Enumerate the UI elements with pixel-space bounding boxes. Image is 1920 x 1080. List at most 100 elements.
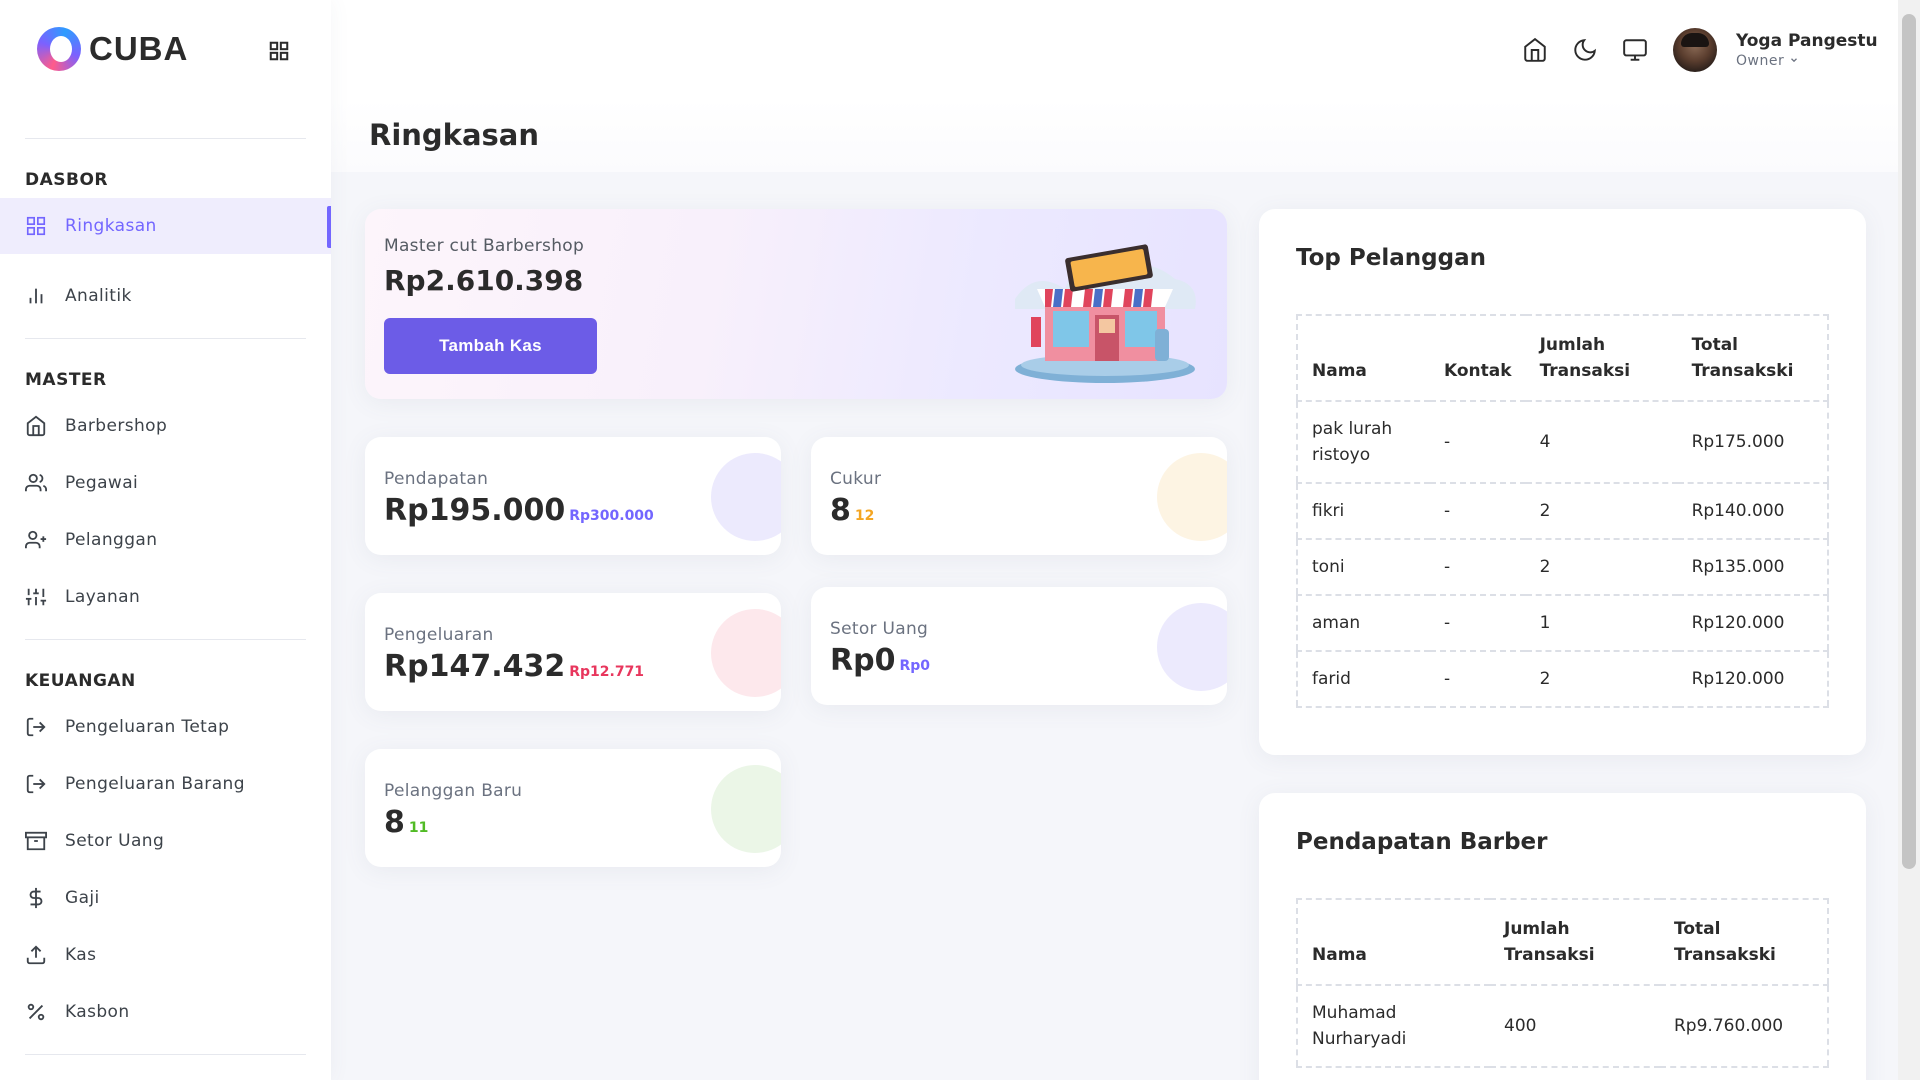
sidebar-item-label: Layanan: [65, 587, 141, 607]
cell-kontak: -: [1430, 595, 1526, 652]
user-name[interactable]: Yoga Pangestu: [1736, 31, 1878, 51]
page-title-bar: [331, 98, 1898, 172]
table-row: fikri - 2 Rp140.000: [1297, 483, 1828, 540]
page-title: Ringkasan: [369, 118, 540, 152]
cell-kontak: -: [1430, 651, 1526, 708]
decorative-circle: [1157, 603, 1227, 691]
stat-sub: Rp300.000: [569, 508, 654, 524]
cell-nama: farid: [1297, 651, 1430, 708]
sidebar-item-gaji[interactable]: Gaji: [0, 870, 331, 926]
cell-kontak: -: [1430, 539, 1526, 596]
stat-value: Rp0 Rp0: [830, 643, 930, 678]
pendapatan-barber-card: Pendapatan Barber Nama Jumlah Transaksi …: [1259, 793, 1866, 1080]
brand-name: CUBA: [89, 30, 189, 67]
stat-card-setor-uang: Setor Uang Rp0 Rp0: [811, 587, 1227, 705]
cell-total: Rp120.000: [1677, 651, 1828, 708]
stat-main: Rp195.000: [384, 493, 566, 528]
table-header-row: Nama Kontak Jumlah Transaksi Total Trans…: [1297, 315, 1828, 402]
column-header: Kontak: [1430, 315, 1526, 402]
table-row: toni - 2 Rp135.000: [1297, 539, 1828, 596]
sidebar-divider: [25, 338, 306, 339]
cell-total: Rp9.760.000: [1660, 985, 1828, 1068]
stat-main: 8: [384, 805, 405, 840]
decorative-circle: [711, 453, 781, 541]
column-header: Jumlah Transaksi: [1525, 315, 1678, 402]
user-plus-icon: [25, 530, 47, 549]
cell-jumlah: 400: [1490, 985, 1660, 1068]
column-header: Jumlah Transaksi: [1490, 899, 1660, 986]
sidebar: CUBA DASBOR Ringkasan Analitik MASTER Ba…: [0, 0, 331, 1080]
sidebar-item-analitik[interactable]: Analitik: [0, 268, 331, 324]
grid-icon: [26, 216, 46, 236]
brand-logo[interactable]: CUBA: [37, 27, 188, 71]
cell-kontak: -: [1430, 483, 1526, 540]
sidebar-item-label: Kasbon: [65, 1002, 130, 1022]
sidebar-item-setor-uang[interactable]: Setor Uang: [0, 813, 331, 869]
sidebar-divider: [25, 138, 306, 139]
cell-total: Rp140.000: [1677, 483, 1828, 540]
sidebar-item-kasbon[interactable]: Kasbon: [0, 984, 331, 1040]
stat-main: 8: [830, 493, 851, 528]
stat-label: Pengeluaran: [384, 625, 494, 645]
home-icon: [26, 415, 46, 437]
sidebar-item-label: Gaji: [65, 888, 100, 908]
sidebar-item-pengeluaran-tetap[interactable]: Pengeluaran Tetap: [0, 699, 331, 755]
moon-icon[interactable]: [1572, 37, 1598, 63]
dollar-icon: [29, 887, 43, 909]
stat-sub: Rp0: [899, 658, 930, 674]
sidebar-item-label: Pelanggan: [65, 530, 158, 550]
sidebar-item-pelanggan[interactable]: Pelanggan: [0, 512, 331, 568]
sidebar-item-pegawai[interactable]: Pegawai: [0, 455, 331, 511]
scrollbar-thumb[interactable]: [1902, 14, 1916, 869]
chevron-down-icon: [1791, 58, 1798, 63]
cell-total: Rp120.000: [1677, 595, 1828, 652]
top-pelanggan-card: Top Pelanggan Nama Kontak Jumlah Transak…: [1259, 209, 1866, 755]
stat-label: Pelanggan Baru: [384, 781, 523, 801]
cell-total: Rp135.000: [1677, 539, 1828, 596]
sidebar-item-pengeluaran-barang[interactable]: Pengeluaran Barang: [0, 756, 331, 812]
sidebar-item-ringkasan[interactable]: Ringkasan: [0, 198, 331, 254]
sidebar-item-label: Barbershop: [65, 416, 168, 436]
barbershop-illustration: [1015, 244, 1196, 383]
sidebar-item-label: Pengeluaran Tetap: [65, 717, 230, 737]
sidebar-item-barbershop[interactable]: Barbershop: [0, 398, 331, 454]
tambah-kas-button[interactable]: Tambah Kas: [384, 318, 597, 374]
logo-icon: [37, 27, 81, 71]
column-header: Total Transakski: [1677, 315, 1828, 402]
cell-nama: Muhamad Nurharyadi: [1297, 985, 1490, 1068]
cell-jumlah: 4: [1525, 401, 1678, 484]
stat-card-cukur: Cukur 8 12: [811, 437, 1227, 555]
stat-value: 8 12: [830, 493, 874, 528]
stat-label: Pendapatan: [384, 469, 489, 489]
stat-value: Rp147.432 Rp12.771: [384, 649, 644, 684]
avatar[interactable]: [1673, 28, 1717, 72]
shop-balance: Rp2.610.398: [384, 264, 584, 297]
sidebar-item-layanan[interactable]: Layanan: [0, 569, 331, 625]
percent-icon: [27, 1003, 45, 1021]
stat-card-pelanggan-baru: Pelanggan Baru 8 11: [365, 749, 781, 867]
card-title: Top Pelanggan: [1296, 245, 1486, 271]
user-role: Owner: [1736, 53, 1785, 69]
stat-sub: 12: [854, 508, 875, 524]
sidebar-item-label: Kas: [65, 945, 97, 965]
user-role-dropdown[interactable]: Owner: [1736, 53, 1799, 69]
stat-value: 8 11: [384, 805, 428, 840]
table-row: farid - 2 Rp120.000: [1297, 651, 1828, 708]
cell-jumlah: 1: [1525, 595, 1678, 652]
cell-jumlah: 2: [1525, 483, 1678, 540]
section-title-master: MASTER: [25, 370, 107, 390]
cell-jumlah: 2: [1525, 539, 1678, 596]
sidebar-item-kas[interactable]: Kas: [0, 927, 331, 983]
cell-nama: fikri: [1297, 483, 1430, 540]
cell-jumlah: 2: [1525, 651, 1678, 708]
balance-card: Master cut Barbershop Rp2.610.398 Tambah…: [365, 209, 1227, 399]
stat-card-pengeluaran: Pengeluaran Rp147.432 Rp12.771: [365, 593, 781, 711]
home-icon[interactable]: [1522, 37, 1548, 63]
monitor-icon[interactable]: [1622, 37, 1648, 63]
grid-menu-icon[interactable]: [268, 40, 290, 62]
upload-icon: [26, 945, 46, 965]
stat-value: Rp195.000 Rp300.000: [384, 493, 654, 528]
decorative-circle: [1157, 453, 1227, 541]
sliders-icon: [25, 588, 47, 606]
page-scrollbar[interactable]: [1898, 0, 1920, 1080]
